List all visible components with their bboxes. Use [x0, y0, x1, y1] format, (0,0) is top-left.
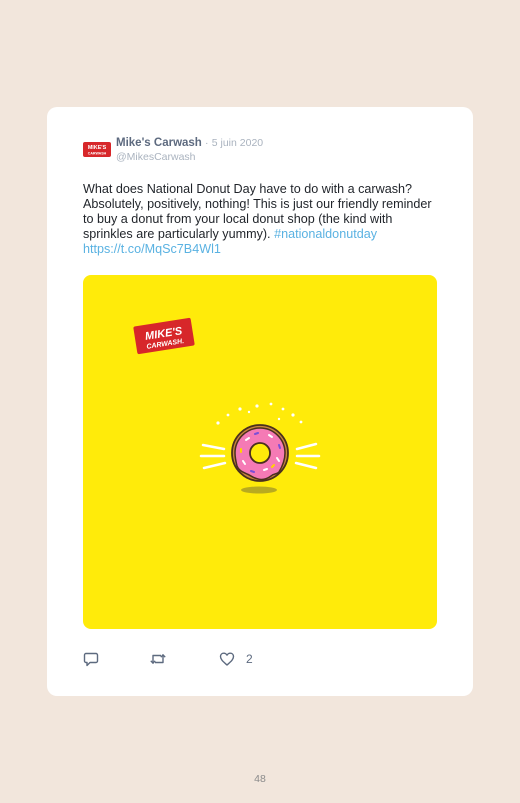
tweet-actions: 2 [83, 651, 383, 669]
url-link[interactable]: https://t.co/MqSc7B4Wl1 [83, 242, 221, 256]
page-number: 48 [254, 773, 266, 785]
tweet-body: What does National Donut Day have to do … [83, 182, 432, 241]
sparkle-dots [216, 402, 303, 425]
donut [231, 424, 289, 482]
tweet-date[interactable]: 5 juin 2020 [212, 137, 263, 149]
retweet-button[interactable] [149, 651, 167, 667]
donut-illustration: MIKE'S CARWASH. [133, 317, 321, 494]
retweet-icon [150, 654, 166, 664]
reply-icon [83, 652, 99, 667]
tweet-card: MIKE'S CARWASH Mike's Carwash · 5 juin 2… [47, 107, 473, 696]
hashtag-link[interactable]: #nationaldonutday [274, 227, 377, 241]
donut-shadow [241, 486, 277, 494]
header-separator: · [205, 137, 209, 149]
avatar[interactable]: MIKE'S CARWASH [83, 141, 111, 159]
reply-button[interactable] [83, 651, 99, 667]
tweet-media[interactable]: MIKE'S CARWASH. [83, 275, 437, 629]
author-name[interactable]: Mike's Carwash [116, 137, 202, 149]
like-button[interactable]: 2 [219, 651, 253, 667]
media-logo: MIKE'S CARWASH. [133, 317, 195, 355]
tweet-header: Mike's Carwash · 5 juin 2020 [116, 137, 263, 149]
avatar-logo-line1: MIKE'S [88, 145, 107, 151]
author-handle[interactable]: @MikesCarwash [116, 151, 196, 163]
like-count: 2 [246, 652, 253, 666]
heart-icon [219, 652, 235, 666]
avatar-logo-line2: CARWASH [88, 152, 107, 156]
tweet-text: What does National Donut Day have to do … [83, 182, 443, 257]
